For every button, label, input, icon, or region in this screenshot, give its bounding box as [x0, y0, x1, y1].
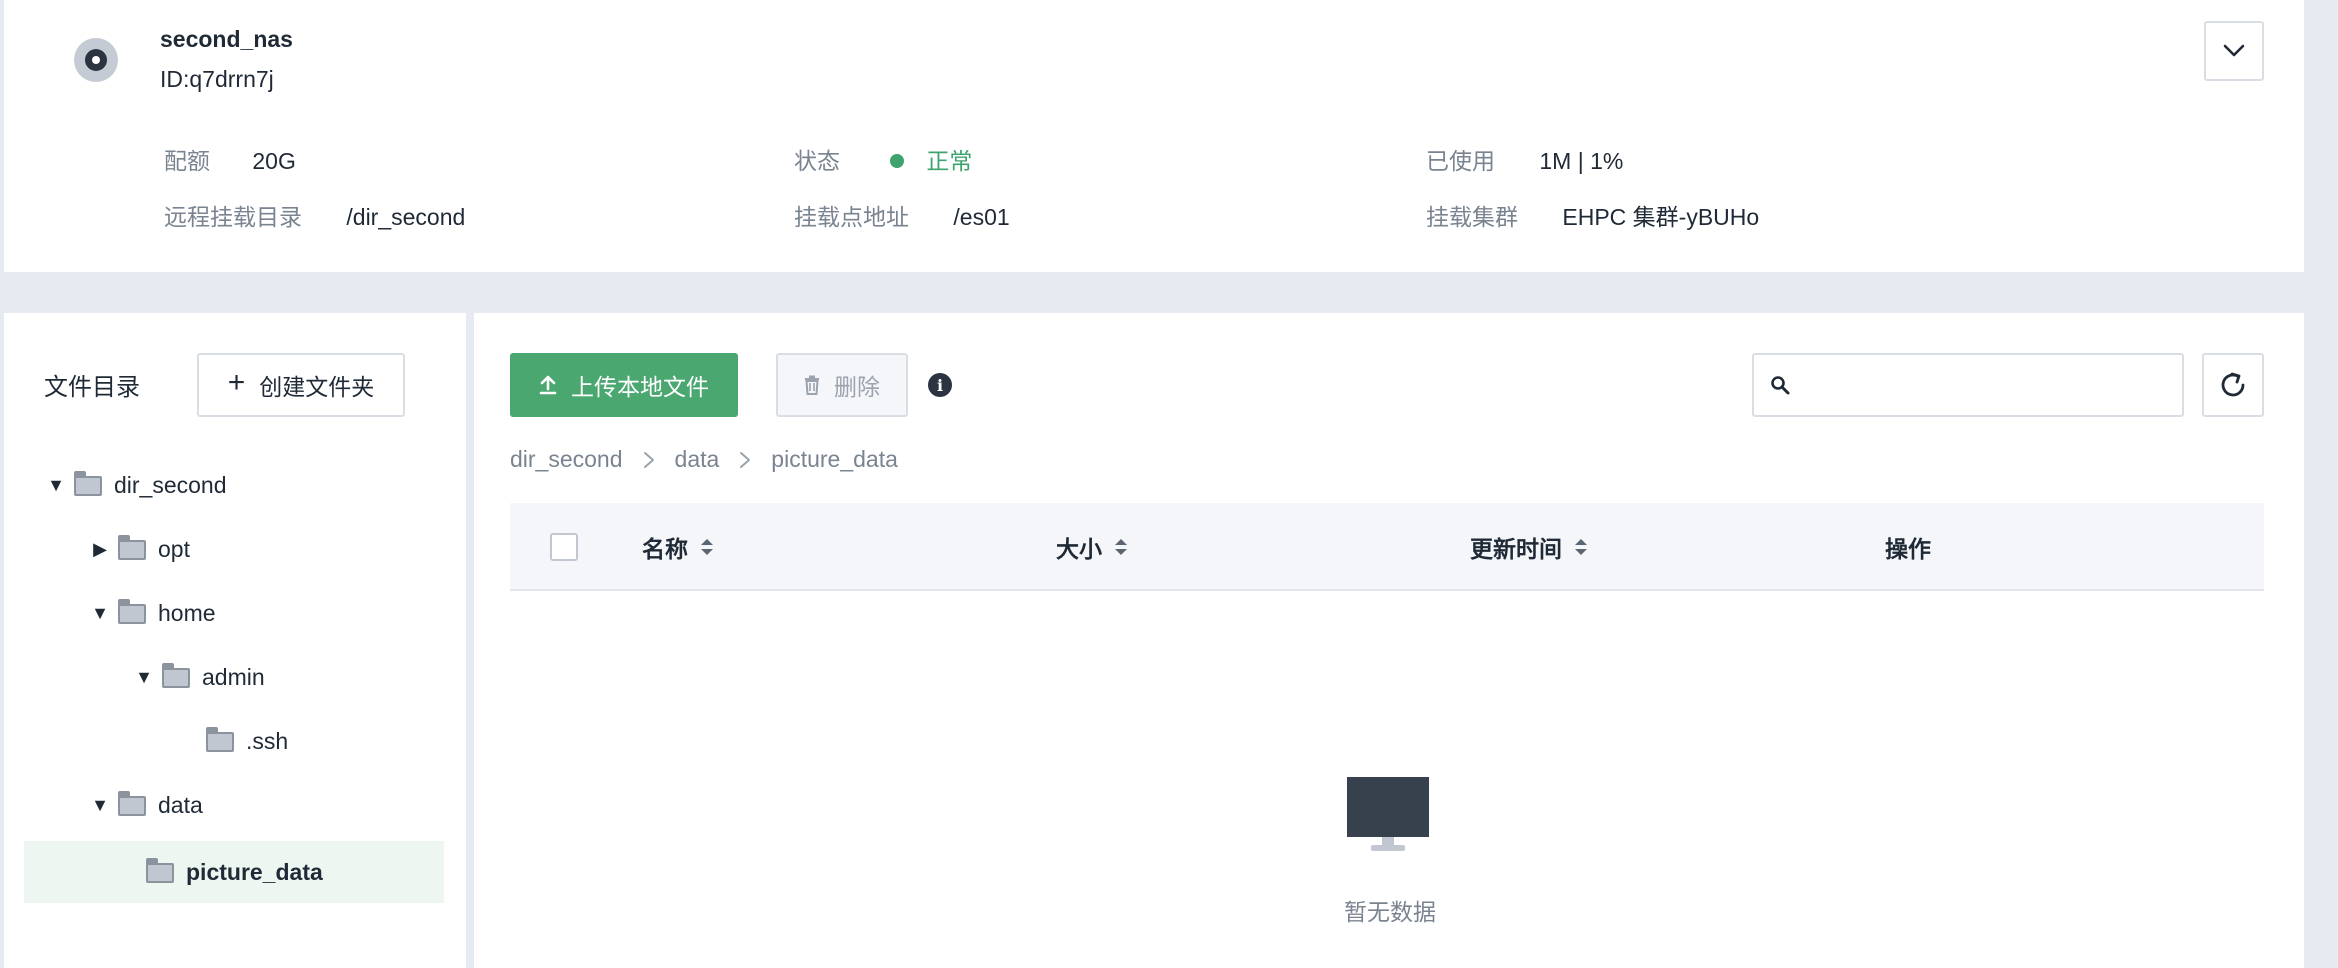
monitor-icon	[1347, 777, 1429, 851]
nas-name: second_nas	[160, 26, 293, 52]
used-label: 已使用	[1426, 148, 1495, 174]
tree-item-label: home	[158, 599, 216, 626]
upload-local-file-button[interactable]: 上传本地文件	[510, 353, 738, 417]
status-dot-icon	[890, 153, 905, 168]
used-field: 已使用 1M | 1%	[1426, 142, 1623, 176]
folder-icon	[206, 727, 234, 752]
breadcrumb-item-picture-data[interactable]: picture_data	[771, 446, 898, 473]
column-header-size[interactable]: 大小	[1056, 503, 1128, 591]
tree-item-label: picture_data	[186, 858, 323, 885]
remote-dir-field: 远程挂载目录 /dir_second	[164, 198, 465, 232]
folder-icon	[118, 535, 146, 560]
remote-dir-label: 远程挂载目录	[164, 204, 302, 230]
directory-tree-pane: 文件目录 + 创建文件夹 ▼ dir_second ▶ opt ▼ home ▼…	[4, 313, 466, 968]
nas-disk-icon	[74, 38, 118, 82]
status-value: 正常	[926, 148, 973, 174]
status-badge: 正常	[890, 148, 972, 174]
directory-title: 文件目录	[44, 374, 140, 401]
info-icon[interactable]: i	[928, 373, 952, 397]
status-field: 状态 正常	[794, 142, 972, 176]
empty-state-text: 暂无数据	[1344, 899, 1436, 925]
cluster-value: EHPC 集群-yBUHo	[1562, 204, 1760, 230]
create-folder-button[interactable]: + 创建文件夹	[197, 353, 405, 417]
breadcrumb-item-dir-second[interactable]: dir_second	[510, 446, 623, 473]
cluster-label: 挂载集群	[1426, 204, 1518, 230]
delete-button[interactable]: 删除	[776, 353, 908, 417]
file-manager-panel: 文件目录 + 创建文件夹 ▼ dir_second ▶ opt ▼ home ▼…	[4, 313, 2304, 968]
caret-down-icon[interactable]: ▼	[132, 667, 156, 688]
search-input[interactable]	[1790, 357, 2182, 413]
tree-item-opt[interactable]: ▶ opt	[24, 518, 444, 580]
folder-icon	[74, 471, 102, 496]
folder-icon	[162, 663, 190, 688]
chevron-right-icon	[643, 450, 655, 470]
tree-item-label: data	[158, 791, 203, 818]
quota-field: 配额 20G	[164, 142, 296, 176]
column-header-label: 大小	[1056, 536, 1102, 562]
column-header-updated[interactable]: 更新时间	[1470, 503, 1588, 591]
tree-item-label: .ssh	[246, 727, 289, 754]
nas-info-card: second_nas ID:q7drrn7j 配额 20G 状态 正常 已使用 …	[4, 0, 2304, 272]
breadcrumb-item-data[interactable]: data	[675, 446, 720, 473]
column-header-label: 更新时间	[1470, 536, 1562, 562]
tree-item-home[interactable]: ▼ home	[24, 582, 444, 644]
mount-addr-value: /es01	[953, 204, 1010, 230]
sort-icon[interactable]	[700, 537, 714, 557]
tree-item-ssh[interactable]: ▶ .ssh	[24, 710, 444, 772]
used-value: 1M | 1%	[1539, 148, 1624, 174]
upload-icon	[539, 375, 557, 395]
caret-right-icon[interactable]: ▶	[88, 539, 112, 560]
select-all-checkbox[interactable]	[550, 533, 578, 561]
trash-icon	[804, 375, 820, 395]
quota-label: 配额	[164, 148, 210, 174]
chevron-right-icon	[739, 450, 751, 470]
caret-down-icon[interactable]: ▼	[88, 795, 112, 816]
tree-item-label: opt	[158, 535, 190, 562]
refresh-icon	[2221, 372, 2245, 397]
tree-item-data[interactable]: ▼ data	[24, 774, 444, 836]
sort-icon[interactable]	[1114, 537, 1128, 557]
column-header-label: 名称	[642, 536, 688, 562]
column-header-label: 操作	[1885, 536, 1931, 562]
breadcrumb: dir_second data picture_data	[510, 446, 898, 473]
folder-icon	[118, 599, 146, 624]
refresh-button[interactable]	[2202, 353, 2264, 417]
nas-id: ID:q7drrn7j	[160, 66, 274, 92]
sort-icon[interactable]	[1574, 537, 1588, 557]
tree-item-dir-second[interactable]: ▼ dir_second	[24, 454, 444, 516]
file-table-header: 名称 大小 更新时间 操作	[510, 503, 2264, 591]
delete-label: 删除	[834, 374, 880, 400]
upload-label: 上传本地文件	[571, 374, 709, 400]
mount-addr-field: 挂载点地址 /es01	[794, 198, 1010, 232]
search-box[interactable]	[1752, 353, 2184, 417]
pane-divider[interactable]	[466, 313, 474, 968]
create-folder-label: 创建文件夹	[259, 374, 375, 400]
tree-item-picture-data[interactable]: picture_data	[24, 841, 444, 903]
plus-icon: +	[227, 366, 246, 399]
tree-item-admin[interactable]: ▼ admin	[24, 646, 444, 708]
folder-icon	[146, 858, 174, 883]
caret-down-icon[interactable]: ▼	[88, 603, 112, 624]
caret-down-icon[interactable]: ▼	[44, 475, 68, 496]
cluster-field: 挂载集群 EHPC 集群-yBUHo	[1426, 198, 1759, 232]
quota-value: 20G	[252, 148, 296, 174]
column-header-actions: 操作	[1885, 503, 1931, 591]
folder-icon	[118, 791, 146, 816]
search-icon	[1770, 375, 1790, 395]
chevron-down-icon	[2223, 44, 2245, 57]
column-header-name[interactable]: 名称	[642, 503, 714, 591]
status-label: 状态	[794, 148, 840, 174]
remote-dir-value: /dir_second	[346, 204, 466, 230]
tree-item-label: dir_second	[114, 471, 227, 498]
collapse-button[interactable]	[2204, 21, 2264, 81]
mount-addr-label: 挂载点地址	[794, 204, 909, 230]
tree-item-label: admin	[202, 663, 265, 690]
